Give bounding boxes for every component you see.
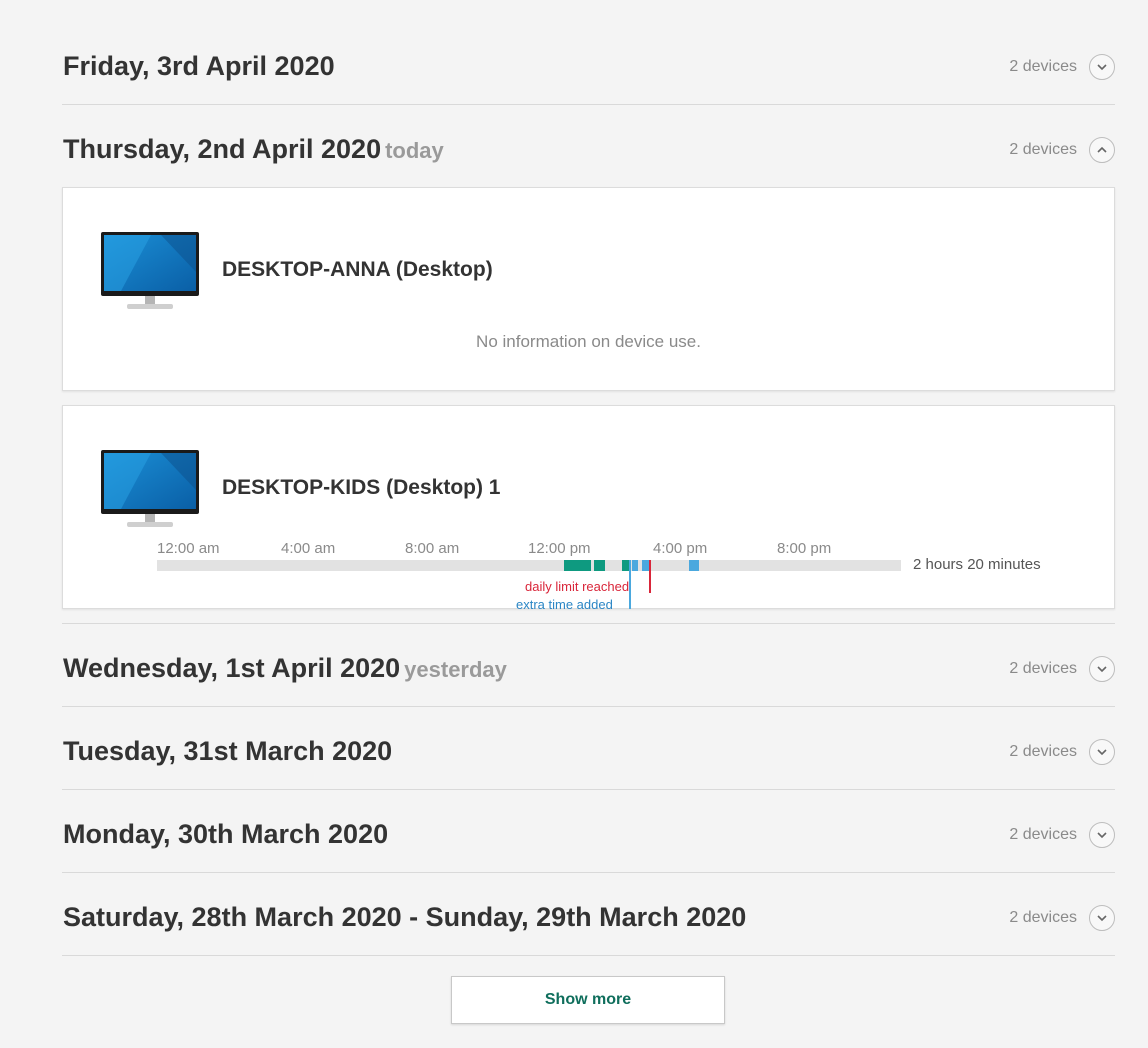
expand-toggle[interactable] [1089,905,1115,931]
expand-toggle[interactable] [1089,54,1115,80]
device-count: 2 devices [1009,909,1077,926]
usage-timeline: 12:00 am 4:00 am 8:00 am 12:00 pm 4:00 p… [157,540,901,612]
device-name: DESKTOP-KIDS (Desktop) 1 [222,476,501,499]
tick-label: 8:00 pm [777,540,832,557]
extra-segment [632,560,638,571]
extra-segment [642,560,649,571]
day-title: Friday, 3rd April 2020 [63,51,335,81]
extra-segment [689,560,699,571]
history-list: Friday, 3rd April 2020 2 devices Thursda… [62,0,1115,956]
day-row-tuesday[interactable]: Tuesday, 31st March 2020 2 devices [62,707,1115,790]
expand-toggle[interactable] [1089,656,1115,682]
no-info-message: No information on device use. [476,332,701,351]
daily-limit-label: daily limit reached [525,579,630,594]
day-title: Thursday, 2nd April 2020 today [63,134,444,164]
device-count: 2 devices [1009,743,1077,760]
day-row-monday[interactable]: Monday, 30th March 2020 2 devices [62,790,1115,873]
day-title: Monday, 30th March 2020 [63,819,389,849]
device-count: 2 devices [1009,660,1077,677]
usage-segment [564,560,591,571]
relative-day-label: yesterday [404,657,507,682]
day-row-friday[interactable]: Friday, 3rd April 2020 2 devices [62,0,1115,105]
chevron-down-icon [1097,832,1107,839]
chevron-up-icon [1097,146,1107,153]
usage-segment [594,560,605,571]
device-name: DESKTOP-ANNA (Desktop) [222,258,493,281]
extra-time-label: extra time added [516,597,613,612]
collapse-toggle[interactable] [1089,137,1115,163]
extra-time-marker [629,560,631,609]
chevron-down-icon [1097,915,1107,922]
show-more-button[interactable]: Show more [451,976,725,1024]
device-count: 2 devices [1009,58,1077,75]
day-row-weekend[interactable]: Saturday, 28th March 2020 - Sunday, 29th… [62,873,1115,956]
chevron-down-icon [1097,666,1107,673]
device-count: 2 devices [1009,141,1077,158]
day-title: Tuesday, 31st March 2020 [63,736,393,766]
day-row-wednesday[interactable]: Wednesday, 1st April 2020 yesterday 2 dev… [62,624,1115,707]
chevron-down-icon [1097,64,1107,71]
tick-label: 12:00 am [157,540,220,557]
expand-toggle[interactable] [1089,822,1115,848]
expand-toggle[interactable] [1089,739,1115,765]
monitor-icon [101,450,199,527]
tick-label: 12:00 pm [528,540,591,557]
day-title: Wednesday, 1st April 2020 yesterday [63,653,507,683]
timeline-track [157,560,901,571]
device-list: DESKTOP-ANNA (Desktop) No information on… [62,187,1115,624]
device-card-anna[interactable]: DESKTOP-ANNA (Desktop) No information on… [62,187,1115,391]
tick-label: 4:00 am [281,540,336,557]
relative-day-label: today [385,138,444,163]
monitor-icon [101,232,199,309]
chevron-down-icon [1097,749,1107,756]
daily-limit-marker [649,560,651,593]
usage-total: 2 hours 20 minutes [913,556,1041,573]
device-card-kids[interactable]: DESKTOP-KIDS (Desktop) 1 12:00 am 4:00 a… [62,405,1115,612]
day-row-thursday[interactable]: Thursday, 2nd April 2020 today 2 devices [62,105,1115,187]
tick-label: 8:00 am [405,540,460,557]
day-title: Saturday, 28th March 2020 - Sunday, 29th… [63,902,747,932]
tick-label: 4:00 pm [653,540,708,557]
device-count: 2 devices [1009,826,1077,843]
